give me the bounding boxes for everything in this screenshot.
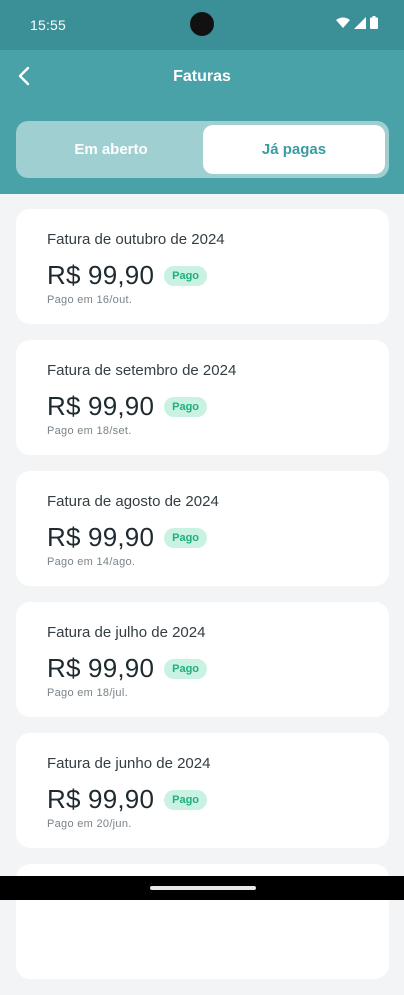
invoice-amount: R$ 99,90 — [47, 260, 155, 290]
invoice-amount: R$ 99,90 — [47, 784, 155, 814]
invoice-card[interactable]: Fatura de julho de 2024 R$ 99,90 Pago Pa… — [16, 602, 389, 717]
navigation-bar — [0, 876, 404, 900]
paid-date: Pago em 20/jun. — [47, 818, 132, 830]
invoice-amount: R$ 99,90 — [47, 522, 155, 552]
paid-date: Pago em 16/out. — [47, 294, 133, 306]
invoice-title: Fatura de junho de 2024 — [47, 755, 211, 772]
invoice-card[interactable]: Fatura de setembro de 2024 R$ 99,90 Pago… — [16, 340, 389, 455]
status-icons — [336, 16, 378, 29]
signal-icon — [354, 16, 366, 29]
app-header: Faturas Em aberto Já pagas — [0, 50, 404, 194]
invoice-amount: R$ 99,90 — [47, 653, 155, 683]
home-handle[interactable] — [150, 886, 256, 890]
paid-date: Pago em 18/set. — [47, 425, 132, 437]
invoice-amount: R$ 99,90 — [47, 391, 155, 421]
invoice-card[interactable]: Fatura de outubro de 2024 R$ 99,90 Pago … — [16, 209, 389, 324]
invoice-status-toggle: Em aberto Já pagas — [16, 121, 389, 178]
invoice-title: Fatura de agosto de 2024 — [47, 493, 219, 510]
invoice-title: Fatura de setembro de 2024 — [47, 362, 237, 379]
status-badge: Pago — [164, 789, 208, 810]
invoice-card[interactable]: Fatura de agosto de 2024 R$ 99,90 Pago P… — [16, 471, 389, 586]
tab-ja-pagas[interactable]: Já pagas — [203, 125, 385, 174]
status-badge: Pago — [164, 265, 208, 286]
tab-em-aberto[interactable]: Em aberto — [20, 125, 202, 174]
camera-cutout — [190, 12, 214, 36]
status-bar: 15:55 — [0, 0, 404, 50]
invoice-title: Fatura de outubro de 2024 — [47, 231, 225, 248]
status-badge: Pago — [164, 527, 208, 548]
wifi-icon — [336, 17, 350, 28]
page-title: Faturas — [173, 68, 231, 85]
status-badge: Pago — [164, 658, 208, 679]
paid-date: Pago em 14/ago. — [47, 556, 136, 568]
status-badge: Pago — [164, 396, 208, 417]
battery-icon — [370, 16, 378, 29]
status-time: 15:55 — [30, 17, 67, 33]
paid-date: Pago em 18/jul. — [47, 687, 128, 699]
invoice-title: Fatura de julho de 2024 — [47, 624, 206, 641]
invoice-card[interactable]: Fatura de junho de 2024 R$ 99,90 Pago Pa… — [16, 733, 389, 848]
